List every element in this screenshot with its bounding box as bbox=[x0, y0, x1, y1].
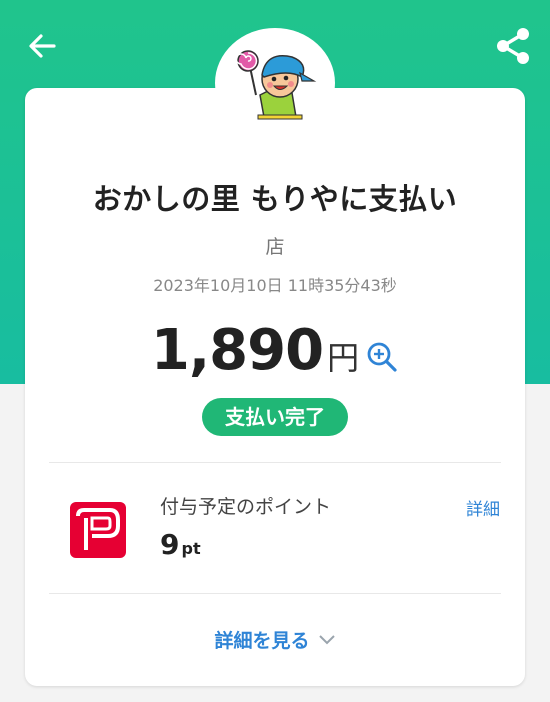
store-suffix: 店 bbox=[265, 236, 285, 258]
payment-datetime: 2023年10月10日 11時35分43秒 bbox=[153, 276, 397, 295]
back-arrow-icon bbox=[29, 34, 56, 58]
merchant-logo bbox=[215, 28, 335, 138]
share-button[interactable] bbox=[494, 26, 532, 66]
divider bbox=[49, 462, 501, 463]
divider bbox=[49, 593, 501, 594]
points-value: 9 pt bbox=[160, 528, 201, 561]
see-more-label: 詳細を見る bbox=[214, 630, 310, 652]
merchant-name: おかしの里 もりやに支払い bbox=[92, 182, 458, 216]
points-number: 9 bbox=[160, 528, 180, 561]
points-detail-link[interactable]: 詳細 bbox=[466, 495, 500, 520]
share-icon bbox=[497, 28, 529, 64]
back-button[interactable] bbox=[26, 30, 58, 62]
zoom-in-icon[interactable] bbox=[365, 340, 399, 374]
see-more-button[interactable]: 詳細を見る bbox=[0, 626, 550, 653]
paypay-logo bbox=[70, 502, 126, 558]
status-badge: 支払い完了 bbox=[202, 398, 348, 436]
payment-amount: 1,890 bbox=[150, 318, 324, 383]
chevron-down-icon bbox=[318, 634, 335, 644]
points-title: 付与予定のポイント bbox=[160, 496, 332, 518]
currency-label: 円 bbox=[327, 339, 360, 377]
paypay-p-icon bbox=[76, 508, 120, 550]
amount-row: 1,890 円 bbox=[0, 318, 550, 383]
points-unit: pt bbox=[181, 539, 201, 558]
mascot-icon bbox=[235, 50, 317, 120]
